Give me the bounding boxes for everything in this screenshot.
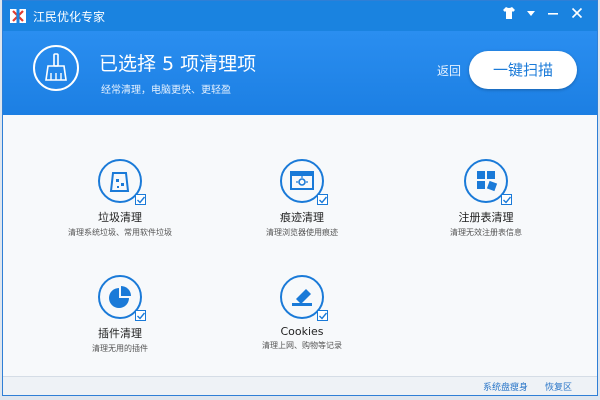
close-icon — [571, 7, 583, 19]
back-link[interactable]: 返回 — [437, 62, 461, 79]
cleanup-items-panel: 垃圾清理 清理系统垃圾、常用软件垃圾 痕迹清理 清理浏览器使用痕迹 注册表清理 … — [3, 115, 597, 377]
broom-badge — [33, 45, 79, 91]
item-trace-clean[interactable]: 痕迹清理 清理浏览器使用痕迹 — [232, 159, 372, 238]
item-label: 垃圾清理 — [98, 211, 142, 224]
trash-bin-icon — [98, 159, 146, 205]
restore-area-link[interactable]: 恢复区 — [545, 380, 572, 393]
cookies-icon — [280, 275, 328, 321]
minimize-button[interactable] — [543, 6, 563, 26]
close-button[interactable] — [567, 6, 587, 26]
menu-triangle-icon — [527, 11, 535, 16]
item-label: 插件清理 — [98, 327, 142, 340]
broom-icon — [45, 53, 67, 81]
menu-button[interactable] — [521, 6, 541, 26]
item-checkbox[interactable] — [317, 310, 328, 321]
item-checkbox[interactable] — [135, 194, 146, 205]
browser-traces-icon — [280, 159, 328, 205]
item-cookies-clean[interactable]: Cookies 清理上网、购物等记录 — [232, 275, 372, 351]
system-disk-slim-link[interactable]: 系统盘瘦身 — [483, 380, 528, 393]
item-label: 注册表清理 — [458, 211, 514, 224]
registry-icon — [464, 159, 512, 205]
item-junk-clean[interactable]: 垃圾清理 清理系统垃圾、常用软件垃圾 — [50, 159, 190, 238]
item-label: 痕迹清理 — [280, 211, 324, 224]
header-subtitle: 经常清理，电脑更快、更轻盈 — [101, 85, 231, 96]
skin-button[interactable] — [499, 6, 519, 26]
item-checkbox[interactable] — [501, 194, 512, 205]
item-checkbox[interactable] — [135, 310, 146, 321]
item-plugin-clean[interactable]: 插件清理 清理无用的插件 — [50, 275, 190, 354]
item-label: Cookies — [280, 325, 324, 338]
app-window: 江民优化专家 已选择 5 项清理项 经常清理，电脑更快、更轻盈 返回 一键扫描 … — [2, 0, 598, 396]
item-registry-clean[interactable]: 注册表清理 清理无效注册表信息 — [416, 159, 556, 238]
selected-count-title: 已选择 5 项清理项 — [99, 53, 257, 75]
one-click-scan-button[interactable]: 一键扫描 — [469, 51, 577, 89]
item-description: 清理系统垃圾、常用软件垃圾 — [68, 228, 172, 237]
tshirt-icon — [503, 7, 515, 19]
item-checkbox[interactable] — [317, 194, 328, 205]
app-logo-icon — [9, 7, 27, 25]
header-banner: 已选择 5 项清理项 经常清理，电脑更快、更轻盈 返回 一键扫描 — [3, 31, 597, 115]
item-description: 清理无用的插件 — [92, 344, 148, 353]
item-description: 清理无效注册表信息 — [450, 228, 522, 237]
status-footer: 系统盘瘦身 恢复区 — [3, 376, 597, 395]
item-description: 清理上网、购物等记录 — [262, 341, 342, 350]
minimize-icon — [548, 13, 558, 15]
item-description: 清理浏览器使用痕迹 — [266, 228, 338, 237]
app-title: 江民优化专家 — [33, 10, 106, 24]
plugin-icon — [98, 275, 146, 321]
title-bar: 江民优化专家 — [3, 1, 597, 31]
